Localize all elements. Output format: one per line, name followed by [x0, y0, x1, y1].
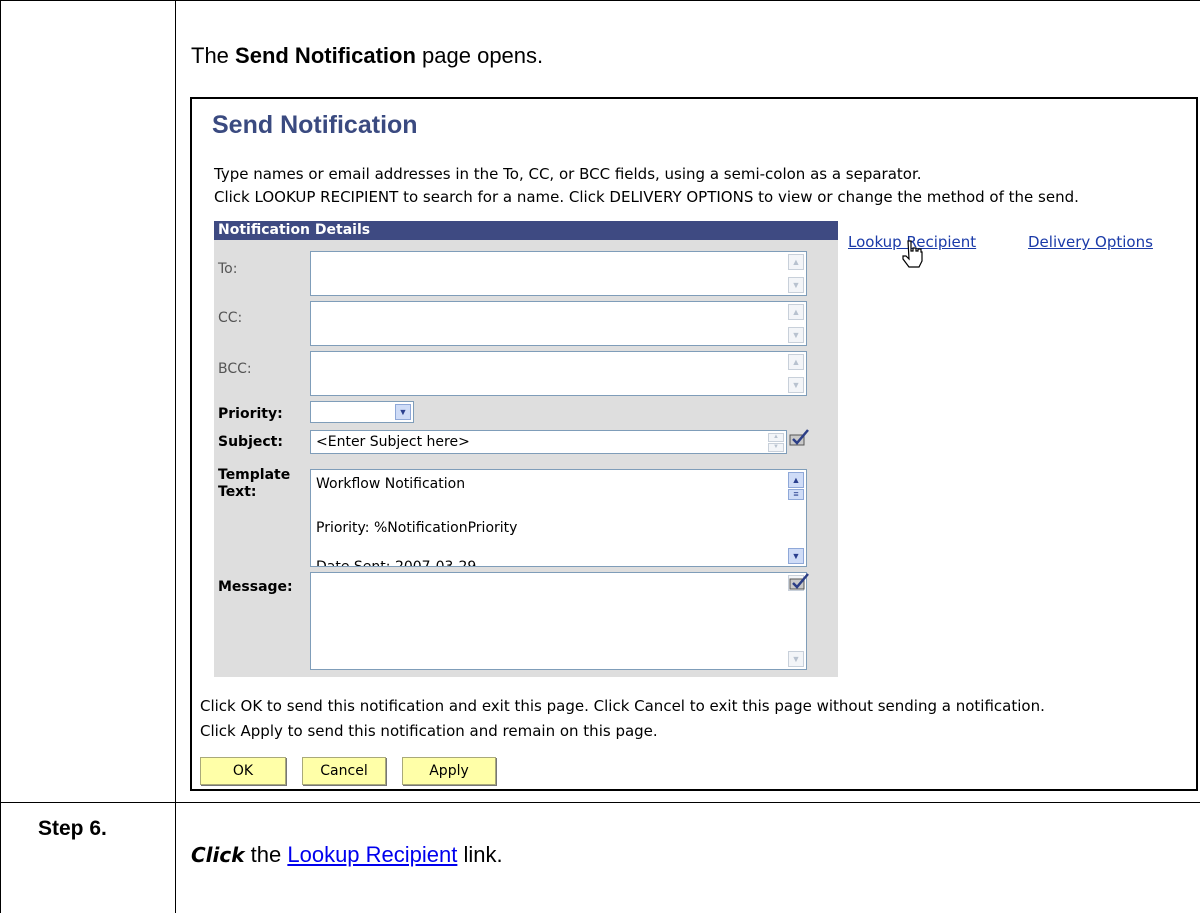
ok-button[interactable]: OK [200, 757, 286, 785]
subject-value: <Enter Subject here> [316, 434, 470, 450]
cancel-button[interactable]: Cancel [302, 757, 386, 785]
section-header: Notification Details [214, 221, 838, 240]
step-lookup-recipient-link[interactable]: Lookup Recipient [287, 842, 457, 867]
to-label: To: [218, 261, 238, 277]
priority-select[interactable]: ▼ [310, 401, 414, 423]
template-text-area: Workflow Notification Priority: %Notific… [310, 469, 807, 567]
dropdown-arrow-icon[interactable]: ▼ [395, 404, 411, 420]
scroll-up-icon[interactable]: ▲ [788, 472, 804, 488]
table-column-divider [175, 0, 176, 913]
page-name: Send Notification [235, 43, 416, 68]
page-title: Send Notification [212, 111, 418, 139]
to-field[interactable]: ▲ ▼ [310, 251, 807, 296]
template-label-1: Template [218, 467, 291, 483]
footer-line-2: Click Apply to send this notification an… [200, 722, 658, 740]
step-label: Step 6. [38, 817, 107, 840]
table-left-border [0, 0, 1, 803]
priority-label: Priority: [218, 406, 283, 422]
scroll-up-icon[interactable]: ▲ [788, 304, 804, 320]
scroll-down-icon[interactable]: ▼ [788, 377, 804, 393]
step-instruction: Click the Lookup Recipient link. [191, 842, 503, 867]
scroll-down-icon[interactable]: ▼ [788, 548, 804, 564]
apply-button[interactable]: Apply [402, 757, 496, 785]
step-action: Click [191, 843, 245, 867]
spell-check-icon[interactable] [788, 571, 810, 593]
instruction-line-2: Click LOOKUP RECIPIENT to search for a n… [214, 188, 1079, 206]
template-label-2: Text: [218, 484, 257, 500]
scroll-down-icon[interactable]: ▼ [768, 443, 784, 452]
scroll-down-icon[interactable]: ▼ [788, 327, 804, 343]
send-notification-screenshot: Send Notification Type names or email ad… [190, 97, 1198, 791]
cc-field[interactable]: ▲ ▼ [310, 301, 807, 346]
scroll-up-icon[interactable]: ▲ [768, 433, 784, 442]
delivery-options-link[interactable]: Delivery Options [1028, 233, 1153, 251]
table-row-divider [0, 802, 1200, 803]
template-line: Priority: %NotificationPriority [316, 520, 518, 536]
template-line: Workflow Notification [316, 476, 466, 492]
template-line: Date Sent: 2007-03-29 [316, 559, 477, 567]
bcc-label: BCC: [218, 361, 252, 377]
scroll-up-icon[interactable]: ▲ [788, 254, 804, 270]
step-cell-left-border [0, 802, 1, 913]
subject-field[interactable]: <Enter Subject here> ▲ ▼ [310, 430, 787, 454]
instruction-line-1: Type names or email addresses in the To,… [214, 165, 922, 183]
table-top-border [0, 0, 1200, 1]
message-field[interactable]: ▲ ▼ [310, 572, 807, 670]
footer-line-1: Click OK to send this notification and e… [200, 697, 1045, 715]
scroll-down-icon[interactable]: ▼ [788, 651, 804, 667]
notification-details-panel: Notification Details To: ▲ ▼ CC: ▲ ▼ BCC… [214, 221, 838, 677]
message-label: Message: [218, 579, 293, 595]
bcc-field[interactable]: ▲ ▼ [310, 351, 807, 396]
scroll-thumb[interactable]: ≡ [788, 489, 804, 500]
intro-text: The Send Notification page opens. [191, 43, 544, 68]
scroll-down-icon[interactable]: ▼ [788, 277, 804, 293]
hand-cursor-icon [902, 240, 923, 268]
spell-check-icon[interactable] [788, 427, 810, 449]
subject-label: Subject: [218, 434, 283, 450]
scroll-up-icon[interactable]: ▲ [788, 354, 804, 370]
cc-label: CC: [218, 310, 243, 326]
